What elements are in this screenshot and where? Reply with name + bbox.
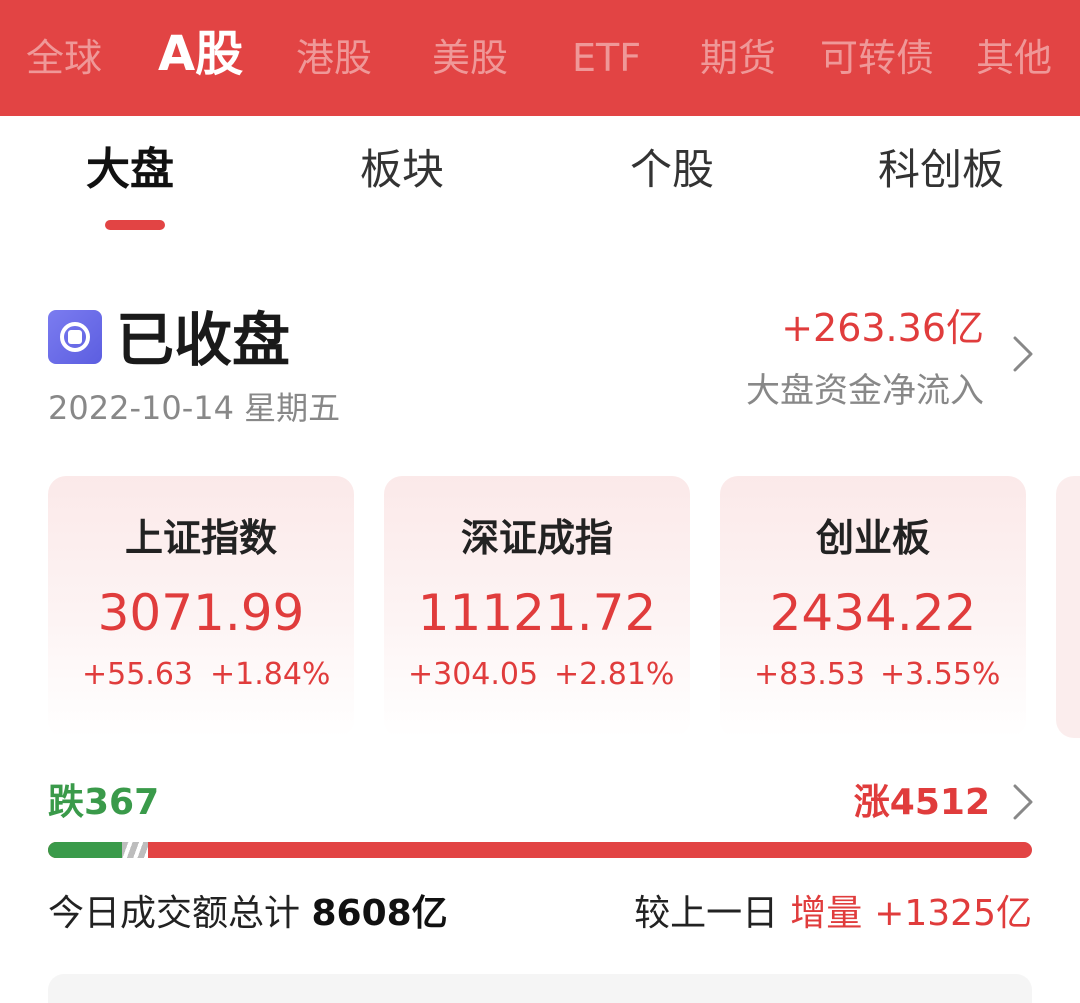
market-tab-bar: 全球 A股 港股 美股 ETF 期货 可转债 其他 xyxy=(0,0,1080,116)
index-change-pct: +1.84% xyxy=(210,657,331,692)
index-value: 11121.72 xyxy=(417,584,657,642)
index-change: +304.05 xyxy=(408,657,539,692)
compare-value: +1325亿 xyxy=(874,893,1032,934)
index-change: +55.63 xyxy=(82,657,194,692)
compare-label: 较上一日 xyxy=(634,893,779,934)
advancing-count: 涨4512 xyxy=(853,782,990,823)
chevron-right-icon[interactable] xyxy=(1010,782,1036,822)
active-tab-indicator xyxy=(105,220,165,230)
index-card-shenzhen[interactable]: 深证成指 11121.72 +304.05 +2.81% xyxy=(384,476,690,738)
index-card-partial[interactable] xyxy=(1056,476,1080,738)
index-value: 2434.22 xyxy=(769,584,977,642)
index-name: 创业板 xyxy=(815,516,930,560)
index-name: 深证成指 xyxy=(460,516,613,560)
turnover-label: 今日成交额总计 xyxy=(48,893,301,934)
market-status-title: 已收盘 xyxy=(116,306,291,374)
index-card-shanghai[interactable]: 上证指数 3071.99 +55.63 +1.84% xyxy=(48,476,354,738)
chevron-right-icon[interactable] xyxy=(1010,334,1036,374)
market-tab-etf[interactable]: ETF xyxy=(572,30,641,86)
index-value: 3071.99 xyxy=(97,584,305,642)
index-change: +83.53 xyxy=(754,657,866,692)
breadth-bar-flat xyxy=(122,842,148,858)
market-tab-futures[interactable]: 期货 xyxy=(700,30,776,86)
breadth-bar xyxy=(48,842,1032,858)
compare-tag: 增量 xyxy=(790,893,863,934)
market-tab-hk[interactable]: 港股 xyxy=(296,30,372,86)
fund-flow-label: 大盘资金净流入 xyxy=(746,371,984,411)
turnover-value: 8608亿 xyxy=(311,893,448,934)
fund-flow-value: +263.36亿 xyxy=(781,306,984,350)
tab-market-overview[interactable]: 大盘 xyxy=(86,142,174,198)
market-closed-icon xyxy=(48,310,102,364)
tab-star-market[interactable]: 科创板 xyxy=(878,142,1004,198)
market-tab-convertible[interactable]: 可转债 xyxy=(820,30,934,86)
turnover-summary: 今日成交额总计 8608亿 xyxy=(48,888,448,940)
market-date: 2022-10-14 星期五 xyxy=(48,389,341,427)
index-change-pct: +2.81% xyxy=(554,657,675,692)
index-name: 上证指数 xyxy=(124,516,277,560)
breadth-bar-declining xyxy=(48,842,122,858)
tab-sectors[interactable]: 板块 xyxy=(360,142,444,198)
market-tab-us[interactable]: 美股 xyxy=(432,30,508,86)
market-tab-other[interactable]: 其他 xyxy=(976,30,1052,86)
turnover-compare: 较上一日 增量 +1325亿 xyxy=(634,888,1032,940)
market-tab-a-shares[interactable]: A股 xyxy=(158,26,243,82)
market-tab-global[interactable]: 全球 xyxy=(26,30,102,86)
index-change-pct: +3.55% xyxy=(880,657,1001,692)
tab-stocks[interactable]: 个股 xyxy=(630,142,714,198)
declining-count: 跌367 xyxy=(48,782,160,823)
index-card-chinext[interactable]: 创业板 2434.22 +83.53 +3.55% xyxy=(720,476,1026,738)
next-section-card xyxy=(48,974,1032,1003)
